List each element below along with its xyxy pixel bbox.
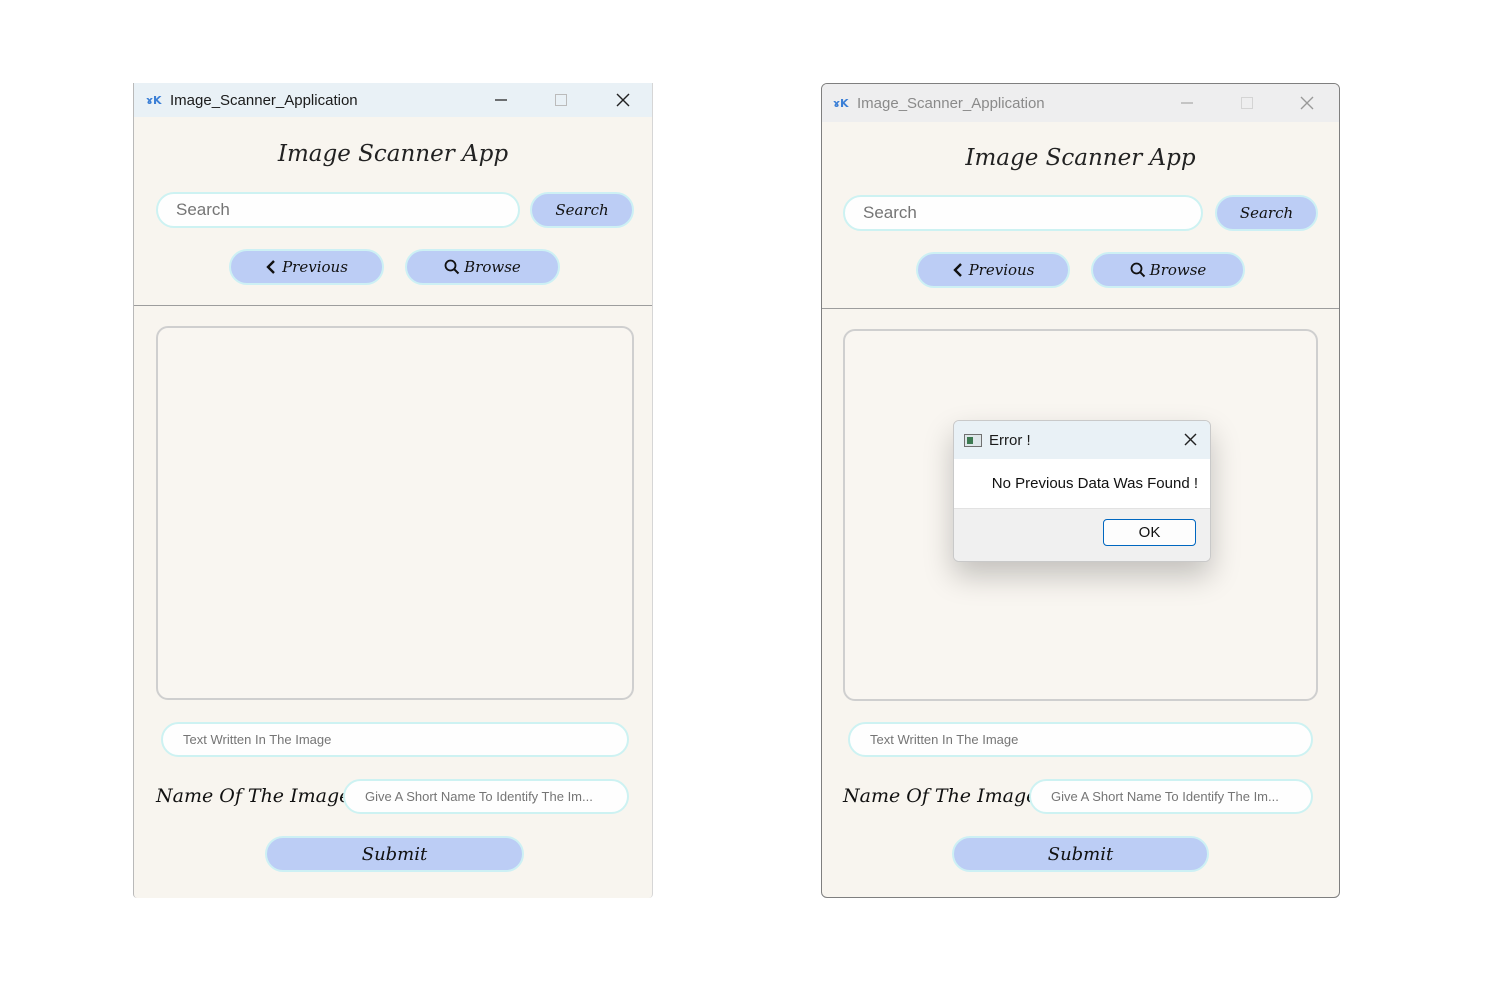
image-text-field[interactable]: Text Written In The Image: [848, 722, 1313, 757]
right-app-window: ɤK Image_Scanner_Application Image Scann…: [821, 83, 1340, 898]
maximize-icon: [555, 94, 567, 106]
svg-text:ɤK: ɤK: [146, 94, 162, 107]
close-button[interactable]: [600, 83, 646, 117]
minimize-icon: [495, 99, 507, 101]
divider: [822, 308, 1339, 309]
app-icon: ɤK: [146, 92, 162, 108]
name-label: Name Of The Image: [843, 785, 1038, 807]
image-name-field[interactable]: Give A Short Name To Identify The Im...: [343, 779, 629, 814]
dialog-title-bar[interactable]: Error !: [954, 421, 1210, 459]
maximize-icon: [1241, 97, 1253, 109]
browse-label: Browse: [1149, 261, 1207, 279]
browse-label: Browse: [464, 258, 521, 276]
window-title: Image_Scanner_Application: [857, 94, 1045, 112]
title-bar[interactable]: ɤK Image_Scanner_Application: [822, 84, 1339, 122]
minimize-icon: [1181, 102, 1193, 104]
error-dialog: Error ! No Previous Data Was Found ! OK: [953, 420, 1211, 562]
left-app-window: ɤK Image_Scanner_Application Image Scann…: [133, 83, 653, 898]
chevron-left-icon: [266, 260, 275, 274]
dialog-footer: OK: [954, 508, 1210, 561]
minimize-button[interactable]: [478, 83, 524, 117]
minimize-button[interactable]: [1164, 84, 1210, 122]
previous-label: Previous: [968, 261, 1035, 279]
image-preview-frame: [156, 326, 634, 700]
search-input[interactable]: Search: [156, 192, 520, 228]
submit-button[interactable]: Submit: [265, 836, 524, 872]
app-heading: Image Scanner App: [277, 141, 509, 167]
search-input[interactable]: Search: [843, 195, 1203, 231]
submit-button[interactable]: Submit: [952, 836, 1209, 872]
svg-text:ɤK: ɤK: [833, 97, 849, 110]
dialog-close-button[interactable]: [1183, 432, 1198, 451]
previous-button[interactable]: Previous: [916, 252, 1070, 288]
search-button[interactable]: Search: [1215, 195, 1318, 231]
search-icon: [1130, 262, 1145, 278]
name-label: Name Of The Image: [156, 785, 351, 807]
divider: [134, 305, 652, 306]
ok-button[interactable]: OK: [1103, 519, 1196, 546]
close-icon: [1184, 433, 1197, 446]
chevron-left-icon: [952, 263, 962, 277]
previous-button[interactable]: Previous: [229, 249, 384, 285]
dialog-app-icon: [964, 433, 982, 447]
app-icon: ɤK: [833, 95, 849, 111]
search-button[interactable]: Search: [530, 192, 634, 228]
image-name-field[interactable]: Give A Short Name To Identify The Im...: [1029, 779, 1313, 814]
image-text-field[interactable]: Text Written In The Image: [161, 722, 629, 757]
title-bar[interactable]: ɤK Image_Scanner_Application: [134, 83, 652, 117]
app-heading: Image Scanner App: [965, 145, 1196, 171]
maximize-button[interactable]: [538, 83, 584, 117]
close-button[interactable]: [1284, 84, 1330, 122]
dialog-title: Error !: [989, 431, 1031, 449]
close-icon: [616, 93, 630, 107]
dialog-message: No Previous Data Was Found !: [991, 474, 1198, 492]
previous-label: Previous: [282, 258, 348, 276]
browse-button[interactable]: Browse: [1091, 252, 1245, 288]
search-icon: [444, 259, 460, 275]
browse-button[interactable]: Browse: [405, 249, 560, 285]
window-title: Image_Scanner_Application: [170, 91, 358, 109]
maximize-button[interactable]: [1224, 84, 1270, 122]
close-icon: [1300, 96, 1314, 110]
